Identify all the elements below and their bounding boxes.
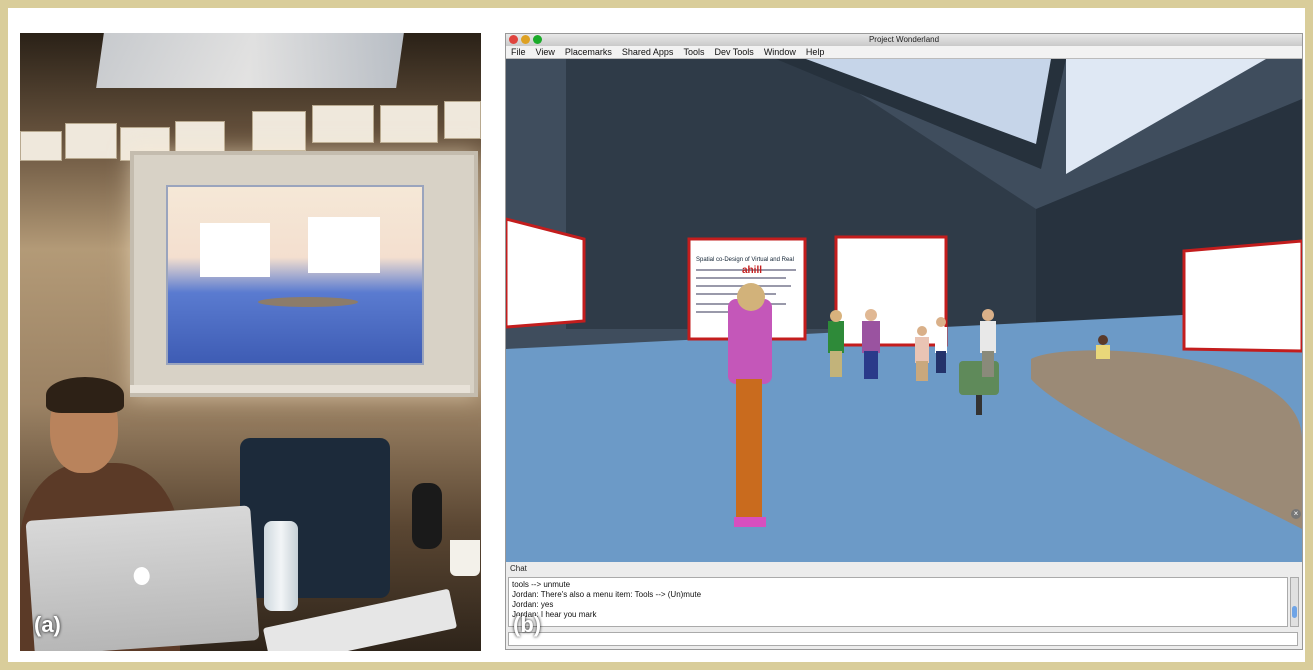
- chat-input[interactable]: [508, 632, 1298, 646]
- close-icon[interactable]: ×: [1291, 509, 1301, 519]
- projection-screen: [130, 151, 478, 397]
- chat-line: Jordan: yes: [512, 600, 554, 609]
- chat-header: Chat: [510, 564, 527, 573]
- chat-line: tools --> unmute: [512, 580, 571, 589]
- projected-table: [258, 297, 358, 307]
- photo-meeting-room: [20, 33, 481, 651]
- speaker: [412, 483, 442, 549]
- menu-view[interactable]: View: [531, 46, 560, 58]
- projected-whiteboard: [308, 217, 380, 273]
- panel-b-label: (b): [513, 612, 542, 637]
- menu-dev-tools[interactable]: Dev Tools: [709, 46, 758, 58]
- wall-card: [444, 101, 481, 139]
- water-bottle: [264, 521, 298, 611]
- zoom-window-icon[interactable]: [533, 35, 542, 44]
- chat-panel: Chat tools --> unmute Jordan: There's al…: [506, 562, 1302, 649]
- office-chair: [240, 438, 390, 598]
- left-whiteboard: [506, 217, 586, 329]
- apple-logo-icon: [133, 566, 151, 586]
- menu-tools[interactable]: Tools: [678, 46, 709, 58]
- window-title: Project Wonderland: [868, 35, 940, 44]
- chat-log: tools --> unmute Jordan: There's also a …: [508, 577, 1288, 627]
- close-window-icon[interactable]: [509, 35, 518, 44]
- menu-placemarks[interactable]: Placemarks: [560, 46, 617, 58]
- scroll-thumb[interactable]: [1292, 606, 1297, 618]
- panel-a-label: (a): [34, 612, 61, 637]
- paper-cup: [450, 540, 480, 576]
- right-slide-panel: [1182, 239, 1302, 353]
- ceiling-light: [96, 33, 404, 88]
- menu-bar: File View Placemarks Shared Apps Tools D…: [506, 46, 1302, 59]
- chat-line: Jordan: There's also a menu item: Tools …: [512, 590, 702, 599]
- wall-card: [380, 105, 438, 143]
- projected-virtual-world: [166, 185, 424, 365]
- wall-card: [252, 111, 306, 151]
- minimize-window-icon[interactable]: [521, 35, 530, 44]
- virtual-room: Spatial co-Design of Virtual and Real: [506, 59, 1302, 562]
- avatar-name-tag: ahill: [742, 265, 763, 276]
- projected-whiteboard: [200, 223, 270, 277]
- chat-scrollbar[interactable]: [1290, 577, 1299, 627]
- menu-help[interactable]: Help: [801, 46, 830, 58]
- window-controls: [509, 35, 542, 45]
- slide-title: Spatial co-Design of Virtual and Real: [696, 257, 794, 263]
- wall-card: [65, 123, 117, 159]
- wall-card: [312, 105, 374, 143]
- wall-card: [20, 131, 62, 161]
- 3d-viewport[interactable]: Spatial co-Design of Virtual and Real ah…: [506, 59, 1302, 562]
- app-window: Project Wonderland File View Placemarks …: [505, 33, 1303, 650]
- diagram-panel: [834, 235, 948, 347]
- menu-file[interactable]: File: [506, 46, 531, 58]
- title-bar: Project Wonderland: [506, 34, 1302, 46]
- menu-shared-apps[interactable]: Shared Apps: [617, 46, 679, 58]
- person-hair: [46, 377, 124, 413]
- menu-window[interactable]: Window: [759, 46, 801, 58]
- chat-line: Jordan: I hear you mark: [512, 610, 597, 619]
- whiteboard-ledge: [130, 385, 470, 393]
